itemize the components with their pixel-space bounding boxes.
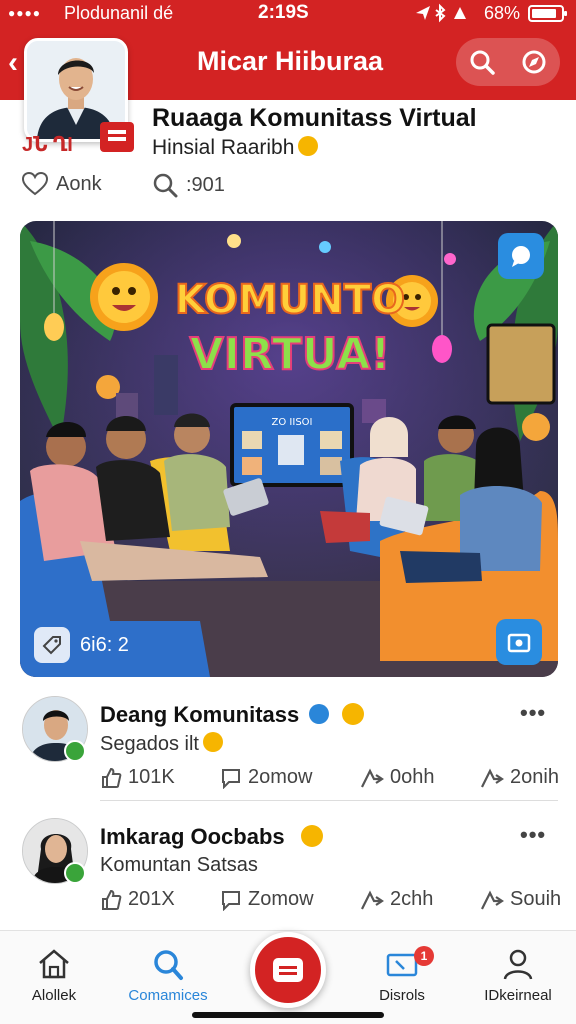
image-tv-text: ZO IISOI [272, 417, 313, 428]
comment-count: :901 [186, 173, 225, 196]
home-icon [39, 949, 69, 979]
image-banner-line2: VIRTUA! [190, 329, 391, 380]
thumb-icon [102, 889, 122, 910]
feed-actions: 101K 2omow 0ohh 2onih [100, 766, 560, 794]
search-icon [153, 173, 178, 198]
back-arrow-icon[interactable]: ‹ [8, 46, 18, 80]
moon-emoji-icon [298, 136, 319, 156]
compose-button[interactable] [250, 932, 326, 1008]
like-count: 101K [128, 766, 175, 788]
comment-icon [222, 768, 240, 789]
repost-count: Souih [510, 888, 562, 910]
status-bar: ●●●● Plodunanil dé 2:19S 68% [0, 0, 576, 28]
thumb-icon [102, 767, 122, 788]
compass-icon [522, 50, 546, 74]
like-action[interactable]: 101K [100, 766, 175, 789]
like-action[interactable]: Aonk [22, 172, 102, 196]
feed-author-name-text: Deang Komunitass [100, 702, 300, 727]
image-tag-label: 6i6: 2 [80, 633, 129, 656]
heart-icon [22, 172, 48, 196]
verified-icon [64, 862, 86, 884]
moon-emoji-icon [202, 732, 223, 752]
repost-icon [481, 768, 504, 787]
signal-dots: ●●●● [8, 6, 41, 20]
feed-item[interactable]: Imkarag Oocbabs Komuntan Satsas ••• 201X… [0, 818, 576, 938]
nav-item-home[interactable]: Alollek [6, 947, 102, 1004]
sun-emoji-icon [300, 825, 323, 847]
feed-actions: 201X Zomow 2chh Souih [100, 888, 561, 916]
compass-button[interactable] [508, 38, 560, 86]
feed-subtitle: Segados ilt [100, 732, 223, 756]
share-count: 0ohh [390, 766, 435, 788]
clock: 2:19S [258, 2, 309, 23]
nav-label: Disrols [379, 987, 425, 1004]
gallery-button[interactable] [496, 619, 542, 665]
like-count: Aonk [56, 172, 102, 195]
bookmark-icon[interactable] [100, 122, 134, 152]
post-badge: JՆ ՂI [22, 122, 134, 157]
feed-item[interactable]: Deang Komunitass Segados ilt ••• 101K 2o… [0, 696, 576, 816]
like-count: 201X [128, 888, 175, 910]
feed-author-name: Imkarag Oocbabs [100, 824, 323, 850]
chat-bubble-icon [512, 246, 530, 267]
tag-icon [34, 627, 70, 663]
search-icon [154, 950, 183, 980]
search-icon [470, 50, 495, 75]
more-options-icon[interactable]: ••• [520, 700, 546, 726]
repost-action[interactable]: Souih [480, 888, 561, 911]
feed-author-name-text: Imkarag Oocbabs [100, 824, 285, 849]
nav-label: IDkeirneal [484, 987, 552, 1004]
post-badge-text: JՆ ՂI [22, 134, 73, 156]
status-icons [414, 3, 478, 28]
share-count: 2chh [390, 888, 434, 910]
feed-subtitle: Komuntan Satsas [100, 854, 258, 876]
image-banner-line1: KOMUNTO [175, 277, 405, 323]
menu-icon [273, 958, 303, 982]
comment-icon [222, 890, 240, 911]
repost-action[interactable]: 2onih [480, 766, 559, 789]
nav-label: Comamices [128, 987, 208, 1004]
post-subtitle-text: Hinsial Raaribh [152, 136, 295, 159]
nav-item-communities[interactable]: Comamices [120, 947, 216, 1004]
comment-action[interactable]: 2omow [220, 766, 312, 789]
share-icon [361, 890, 384, 909]
share-action[interactable]: 2chh [360, 888, 433, 911]
nav-item-discover[interactable]: Disrols [354, 947, 450, 1004]
like-action[interactable]: 201X [100, 888, 175, 911]
feed-subtitle-text: Segados ilt [100, 733, 199, 755]
home-indicator [192, 1012, 384, 1018]
post-image[interactable]: KOMUNTO VIRTUA! ZO IISOI 6i6: 2 [20, 221, 558, 677]
person-icon [503, 949, 533, 980]
comment-action[interactable]: Zomow [220, 888, 314, 911]
carrier-name: Plodunanil dé [64, 3, 174, 23]
nav-label: Alollek [31, 987, 77, 1004]
share-action[interactable]: 0ohh [360, 766, 435, 789]
battery-icon [528, 5, 567, 22]
search-button[interactable] [456, 38, 508, 86]
chat-bubble-button[interactable] [498, 233, 544, 279]
comment-action[interactable]: :901 [152, 172, 225, 198]
repost-icon [481, 890, 504, 909]
phone-emoji-icon [309, 704, 330, 724]
verified-icon [64, 740, 86, 762]
comment-count: Zomow [248, 888, 314, 910]
nav-item-profile[interactable]: IDkeirneal [470, 947, 566, 1004]
image-tag[interactable]: 6i6: 2 [34, 627, 129, 663]
feed-author-name: Deang Komunitass [100, 702, 364, 728]
notification-badge: 1 [414, 946, 434, 966]
repost-count: 2onih [510, 766, 559, 788]
sun-emoji-icon [341, 703, 364, 725]
page-title: Micar Hiiburaa [196, 46, 384, 76]
gallery-icon [507, 633, 531, 653]
post-subtitle: Hinsial Raaribh [152, 136, 319, 160]
post-title: Ruaaga Komunitass Virtual [152, 104, 477, 132]
battery-percent: 68% [484, 3, 521, 23]
comment-count: 2omow [248, 766, 313, 788]
divider [100, 800, 558, 801]
share-icon [361, 768, 384, 787]
more-options-icon[interactable]: ••• [520, 822, 546, 848]
